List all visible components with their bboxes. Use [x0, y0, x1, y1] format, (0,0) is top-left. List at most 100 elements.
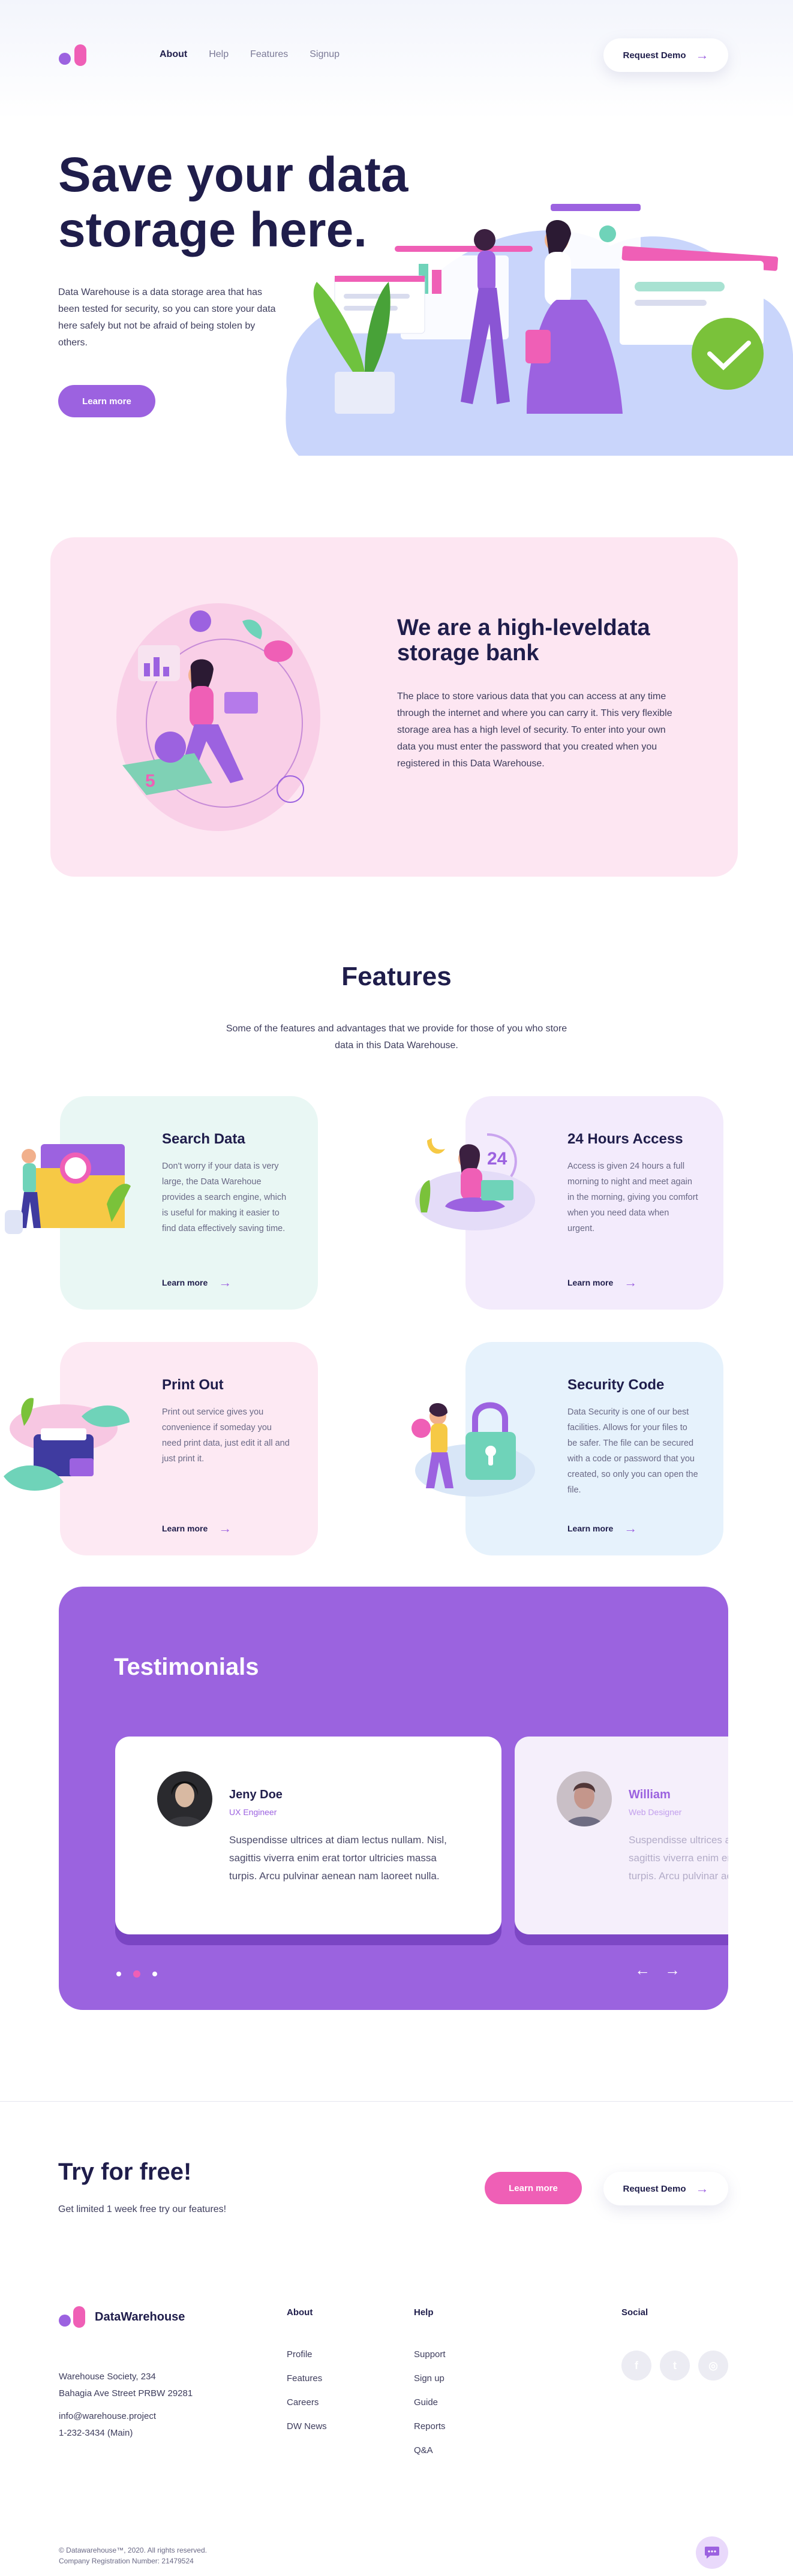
cta-learn-more-button[interactable]: Learn more	[485, 2172, 582, 2204]
testimonial-quote: Suspendisse ultrices at diam lectus null…	[229, 1834, 447, 1882]
about-text: The place to store various data that you…	[397, 691, 672, 769]
arrow-right-icon: →	[624, 1521, 638, 1536]
testimonials-section: Testimonials Jeny Doe UX Engineer Suspen…	[59, 1587, 728, 2010]
footer-column-help: Help Support Sign up Guide Reports Q&A	[414, 2307, 446, 2463]
cta-subtitle: Get limited 1 week free try our features…	[58, 2204, 227, 2214]
arrow-right-icon: →	[218, 1521, 232, 1536]
learn-more-label: Learn more	[567, 1524, 614, 1533]
footer-column-social: Social	[621, 2307, 648, 2343]
footer-link-profile[interactable]: Profile	[287, 2343, 327, 2367]
footer-column-title: Help	[414, 2307, 434, 2318]
arrow-right-icon: →	[695, 47, 709, 62]
learn-more-label: Learn more	[162, 1278, 208, 1287]
testimonial-quote: Suspendisse ultrices at diam lectus null…	[629, 1834, 728, 1882]
arrow-right-icon: →	[624, 1275, 638, 1290]
nav-link-signup[interactable]: Signup	[310, 49, 340, 60]
request-demo-button[interactable]: Request Demo →	[603, 38, 728, 72]
footer-link-reports[interactable]: Reports	[414, 2415, 446, 2439]
learn-more-label: Learn more	[162, 1524, 208, 1533]
svg-text:24: 24	[487, 1149, 507, 1169]
footer-logo[interactable]: DataWarehouse	[59, 2306, 185, 2328]
carousel-dot[interactable]	[116, 1972, 121, 1976]
footer-address: Warehouse Society, 234 Bahagia Ave Stree…	[59, 2369, 193, 2402]
chat-icon	[705, 2547, 719, 2559]
feature-learn-more-link[interactable]: Learn more →	[567, 1275, 637, 1290]
footer-column-about: About Profile Features Careers DW News	[287, 2307, 327, 2439]
feature-learn-more-link[interactable]: Learn more →	[162, 1521, 232, 1536]
testimonial-role: Web Designer	[629, 1807, 682, 1817]
nav-links: About Help Features Signup	[160, 49, 340, 60]
top-navigation: About Help Features Signup Request Demo …	[0, 0, 793, 120]
chat-button[interactable]	[696, 2536, 728, 2569]
avatar	[557, 1771, 612, 1826]
feature-learn-more-link[interactable]: Learn more →	[162, 1275, 232, 1290]
testimonials-title: Testimonials	[114, 1654, 259, 1680]
footer-link-careers[interactable]: Careers	[287, 2391, 327, 2415]
footer-link-dw-news[interactable]: DW News	[287, 2415, 327, 2439]
footer-legal: © Datawarehouse™, 2020. All rights reser…	[59, 2545, 207, 2566]
carousel-pagination	[116, 1970, 157, 1978]
avatar	[157, 1771, 212, 1826]
testimonial-name: William	[629, 1788, 671, 1801]
arrow-right-icon: →	[218, 1275, 232, 1290]
footer-link-support[interactable]: Support	[414, 2343, 446, 2367]
address-line: Warehouse Society, 234	[59, 2372, 156, 2382]
cta-title: Try for free!	[58, 2159, 192, 2185]
carousel-dot[interactable]	[152, 1972, 157, 1976]
logo-bar	[74, 44, 86, 66]
arrow-right-icon: →	[695, 2181, 709, 2196]
about-section: 5 We are a high-leveldata storage bank T…	[50, 537, 738, 877]
feature-card-24-hours-access: 24 24 Hours Access Access is given 24 ho…	[415, 1096, 723, 1310]
footer-link-qa[interactable]: Q&A	[414, 2439, 446, 2463]
feature-title: Print Out	[162, 1377, 224, 1393]
feature-title: Security Code	[567, 1377, 665, 1393]
feature-card-security-code: Security Code Data Security is one of ou…	[411, 1342, 723, 1555]
footer-link-sign-up[interactable]: Sign up	[414, 2367, 446, 2391]
facebook-icon[interactable]: f	[621, 2351, 651, 2381]
about-title: We are a high-leveldata storage bank	[397, 615, 650, 666]
nav-link-features[interactable]: Features	[250, 49, 288, 60]
twitter-icon[interactable]: t	[660, 2351, 690, 2381]
cta-request-demo-button[interactable]: Request Demo →	[603, 2172, 728, 2205]
footer-column-title: Social	[621, 2307, 648, 2318]
carousel-dot-active[interactable]	[133, 1970, 140, 1978]
logo[interactable]	[59, 44, 89, 67]
contact-email[interactable]: info@warehouse.project	[59, 2408, 156, 2425]
contact-phone[interactable]: 1-232-3434 (Main)	[59, 2425, 156, 2442]
feature-card-search-data: Search Data Don't worry if your data is …	[5, 1096, 318, 1310]
print-out-illustration	[4, 1398, 130, 1491]
nav-link-help[interactable]: Help	[209, 49, 229, 60]
social-links: f t ◎	[621, 2351, 728, 2381]
feature-title: 24 Hours Access	[567, 1131, 683, 1147]
feature-text: Print out service gives you convenience …	[162, 1407, 290, 1464]
instagram-icon[interactable]: ◎	[698, 2351, 728, 2381]
footer-link-features[interactable]: Features	[287, 2367, 327, 2391]
search-data-illustration	[5, 1144, 131, 1234]
security-code-illustration	[411, 1402, 535, 1497]
address-line: Bahagia Ave Street PRBW 29281	[59, 2388, 193, 2399]
carousel-arrows: ← →	[635, 1961, 680, 1979]
testimonial-card: Jeny Doe UX Engineer Suspendisse ultrice…	[115, 1737, 501, 1934]
testimonial-card: William Web Designer Suspendisse ultrice…	[515, 1737, 728, 1934]
footer-link-guide[interactable]: Guide	[414, 2391, 446, 2415]
features-subtitle: Some of the features and advantages that…	[226, 1024, 567, 1051]
features-title: Features	[341, 962, 452, 991]
logo-mark	[59, 2306, 86, 2328]
24-hours-access-illustration: 24	[415, 1133, 535, 1230]
footer-column-title: About	[287, 2307, 313, 2318]
nav-link-about[interactable]: About	[160, 49, 187, 60]
arrow-left-icon[interactable]: ←	[635, 1961, 650, 1979]
hero-learn-more-button[interactable]: Learn more	[58, 385, 155, 417]
footer-contact: info@warehouse.project 1-232-3434 (Main)	[59, 2408, 156, 2442]
about-illustration: 5	[116, 603, 320, 831]
request-demo-label: Request Demo	[623, 50, 686, 61]
feature-title: Search Data	[162, 1131, 245, 1147]
arrow-right-icon[interactable]: →	[665, 1961, 680, 1979]
feature-learn-more-link[interactable]: Learn more →	[567, 1521, 637, 1536]
logo-dot	[59, 53, 71, 65]
feature-text: Don't worry if your data is very large, …	[162, 1161, 287, 1233]
testimonial-name: Jeny Doe	[229, 1788, 283, 1801]
learn-more-label: Learn more	[567, 1278, 614, 1287]
footer-brand: DataWarehouse	[95, 2310, 185, 2324]
feature-text: Data Security is one of our best facilit…	[567, 1407, 698, 1495]
